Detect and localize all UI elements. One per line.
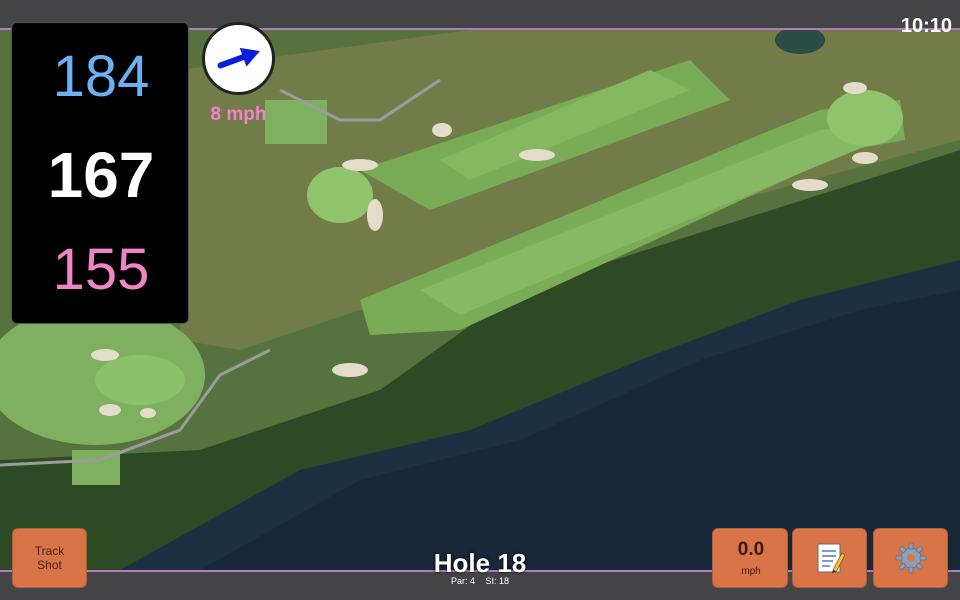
gear-icon	[895, 542, 926, 574]
wind-speed: 8 mph	[210, 104, 267, 125]
front-distance: 155	[52, 237, 150, 302]
hole-title: Hole 18	[433, 548, 527, 578]
hole-par: Par: 4	[450, 576, 475, 586]
distance-panel: 184 167 155	[11, 22, 189, 324]
middle-distance: 167	[47, 139, 155, 211]
track-shot-button[interactable]: Track Shot	[12, 528, 87, 588]
speed-value: 0.0	[737, 539, 765, 560]
speed-unit: mph	[741, 566, 761, 577]
hole-stroke-index: SI: 18	[485, 576, 510, 586]
hole-info: Par: 4 SI: 18	[380, 576, 580, 586]
status-time: 10:10	[900, 15, 952, 37]
arrow-right-icon	[217, 47, 260, 69]
speed-button[interactable]: 0.0 mph	[712, 528, 788, 588]
settings-button[interactable]	[873, 528, 948, 588]
track-shot-label-line1: Track	[34, 544, 65, 558]
notes-button[interactable]	[792, 528, 867, 588]
memo-icon	[817, 543, 845, 573]
back-distance: 184	[52, 44, 150, 109]
wind-indicator	[202, 22, 275, 95]
track-shot-label-line2: Shot	[37, 558, 62, 572]
